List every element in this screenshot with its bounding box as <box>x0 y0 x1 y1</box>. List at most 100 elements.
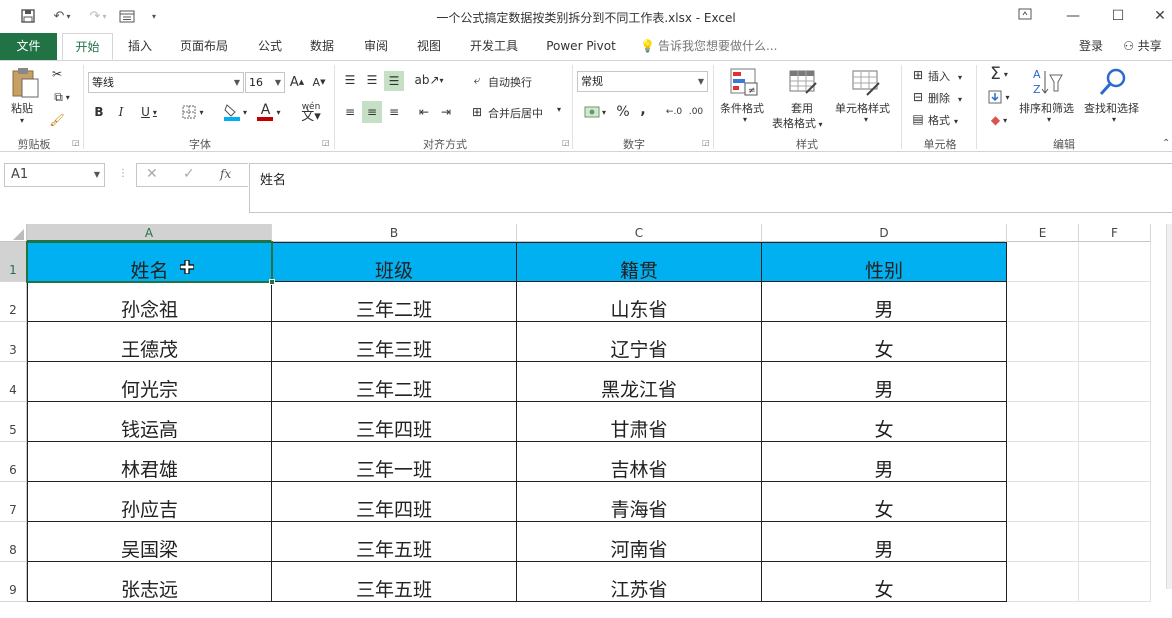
format-cells-icon[interactable]: ▤ <box>910 112 926 126</box>
decrease-indent-icon[interactable]: ⇤ <box>414 101 434 123</box>
paste-dropdown-icon[interactable]: ▾ <box>20 116 24 125</box>
worksheet-grid[interactable]: A B C D E F 1 姓名 班级 籍贯 性别 2 孙念祖 三年二班 山东省男 3 王德茂 三年三… <box>0 224 1172 602</box>
row-header[interactable]: 3 <box>0 322 27 362</box>
table-cell[interactable]: 三年四班 <box>272 402 517 442</box>
insert-function-icon[interactable]: fx <box>220 167 231 181</box>
paste-icon[interactable] <box>8 66 42 100</box>
table-cell[interactable]: 河南省 <box>517 522 762 562</box>
table-cell[interactable]: 甘肃省 <box>517 402 762 442</box>
header-cell[interactable]: 性别 <box>762 242 1007 282</box>
font-color-icon[interactable]: A ▾ <box>254 101 284 123</box>
header-cell[interactable]: 班级 <box>272 242 517 282</box>
clear-icon[interactable]: ◆ ▾ <box>985 111 1013 129</box>
table-cell[interactable]: 女 <box>762 562 1007 602</box>
tab-page-layout[interactable]: 页面布局 <box>170 33 238 60</box>
table-cell[interactable]: 林君雄 <box>27 442 272 482</box>
find-select-button[interactable]: 查找和选择 <box>1084 100 1139 116</box>
empty-cell[interactable] <box>1007 442 1079 482</box>
table-cell[interactable]: 男 <box>762 362 1007 402</box>
table-cell[interactable]: 王德茂 <box>27 322 272 362</box>
close-icon[interactable]: ✕ <box>1148 6 1172 26</box>
sort-filter-button[interactable]: 排序和筛选 <box>1019 100 1074 116</box>
collapse-ribbon-icon[interactable]: ⌃ <box>1162 138 1170 149</box>
table-cell[interactable]: 三年二班 <box>272 362 517 402</box>
alignment-launcher-icon[interactable]: ◲ <box>562 138 570 147</box>
empty-cell[interactable] <box>1007 282 1079 322</box>
table-cell[interactable]: 吉林省 <box>517 442 762 482</box>
empty-cell[interactable] <box>1079 282 1151 322</box>
paste-button[interactable]: 粘贴 <box>11 100 33 116</box>
cell-styles-button[interactable]: 单元格样式 <box>835 100 890 116</box>
font-size-select[interactable]: 16 ▼ <box>245 72 285 93</box>
column-header-d[interactable]: D <box>762 224 1007 242</box>
fill-handle[interactable] <box>269 279 275 285</box>
table-cell[interactable]: 三年二班 <box>272 282 517 322</box>
table-cell[interactable]: 女 <box>762 322 1007 362</box>
borders-icon[interactable]: ▾ <box>178 103 208 121</box>
tab-home[interactable]: 开始 <box>62 33 113 60</box>
percent-button[interactable]: % <box>614 103 632 121</box>
vertical-scrollbar[interactable] <box>1166 224 1172 589</box>
align-left-icon[interactable]: ≡ <box>340 101 360 123</box>
empty-cell[interactable] <box>1007 402 1079 442</box>
empty-cell[interactable] <box>1079 482 1151 522</box>
table-cell[interactable]: 女 <box>762 402 1007 442</box>
ribbon-display-icon[interactable] <box>1013 6 1037 26</box>
increase-decimal-icon[interactable]: ←.0 <box>664 103 684 121</box>
format-as-table-label-1[interactable]: 套用 <box>791 100 813 116</box>
table-cell[interactable]: 孙应吉 <box>27 482 272 522</box>
cell-styles-icon[interactable] <box>849 65 883 99</box>
tab-file[interactable]: 文件 <box>0 33 57 60</box>
empty-cell[interactable] <box>1079 362 1151 402</box>
number-format-select[interactable]: 常规 ▼ <box>577 71 708 92</box>
empty-cell[interactable] <box>1007 522 1079 562</box>
table-cell[interactable]: 男 <box>762 282 1007 322</box>
table-cell[interactable]: 辽宁省 <box>517 322 762 362</box>
chevron-down-icon[interactable]: ▾ <box>1112 115 1116 124</box>
table-cell[interactable]: 山东省 <box>517 282 762 322</box>
format-as-table-icon[interactable] <box>786 65 820 99</box>
empty-cell[interactable] <box>1079 242 1151 282</box>
fill-color-icon[interactable]: ▾ <box>220 101 250 123</box>
bold-button[interactable]: B <box>92 103 106 121</box>
clipboard-launcher-icon[interactable]: ◲ <box>72 138 80 147</box>
number-launcher-icon[interactable]: ◲ <box>702 138 710 147</box>
decrease-decimal-icon[interactable]: .00 <box>686 103 706 121</box>
tab-view[interactable]: 视图 <box>407 33 451 60</box>
table-cell[interactable]: 青海省 <box>517 482 762 522</box>
chevron-down-icon[interactable]: ▾ <box>864 115 868 124</box>
chevron-down-icon[interactable]: ▾ <box>743 115 747 124</box>
autosum-icon[interactable]: Σ ▾ <box>985 64 1013 84</box>
empty-cell[interactable] <box>1007 362 1079 402</box>
format-painter-icon[interactable]: 🖌 <box>48 111 66 129</box>
name-box[interactable]: A1 ▼ <box>4 163 105 187</box>
format-cells-button[interactable]: 格式 ▾ <box>928 112 958 128</box>
table-cell[interactable]: 三年三班 <box>272 322 517 362</box>
merge-center-button[interactable]: 合并后居中 <box>488 105 543 121</box>
empty-cell[interactable] <box>1079 442 1151 482</box>
find-select-icon[interactable] <box>1096 65 1130 99</box>
enter-icon[interactable]: ✓ <box>183 166 195 182</box>
merge-center-icon[interactable]: ⊞ <box>468 103 486 121</box>
shrink-font-icon[interactable]: A ▼ <box>312 73 326 91</box>
chevron-down-icon[interactable]: ▾ <box>1047 115 1051 124</box>
column-header-f[interactable]: F <box>1079 224 1151 242</box>
merge-dropdown-icon[interactable]: ▾ <box>557 105 561 114</box>
table-cell[interactable]: 黑龙江省 <box>517 362 762 402</box>
table-cell[interactable]: 吴国梁 <box>27 522 272 562</box>
grow-font-icon[interactable]: A ▲ <box>290 73 304 91</box>
orientation-icon[interactable]: ab↗ ▾ <box>414 71 444 89</box>
tell-me-box[interactable]: 💡 告诉我您想要做什么... <box>640 33 790 60</box>
align-top-icon[interactable]: ☰ <box>340 71 360 89</box>
table-cell[interactable]: 张志远 <box>27 562 272 602</box>
font-launcher-icon[interactable]: ◲ <box>322 138 330 147</box>
column-header-a[interactable]: A <box>27 224 272 242</box>
phonetic-guide-icon[interactable]: wén 文▾ <box>296 101 326 124</box>
table-cell[interactable]: 孙念祖 <box>27 282 272 322</box>
wrap-text-icon[interactable]: ⤶ <box>468 71 486 89</box>
empty-cell[interactable] <box>1079 322 1151 362</box>
insert-cells-button[interactable]: 插入 ▾ <box>928 68 962 84</box>
italic-button[interactable]: I <box>114 103 128 121</box>
delete-cells-icon[interactable]: ⊟ <box>910 90 926 104</box>
table-cell[interactable]: 三年一班 <box>272 442 517 482</box>
